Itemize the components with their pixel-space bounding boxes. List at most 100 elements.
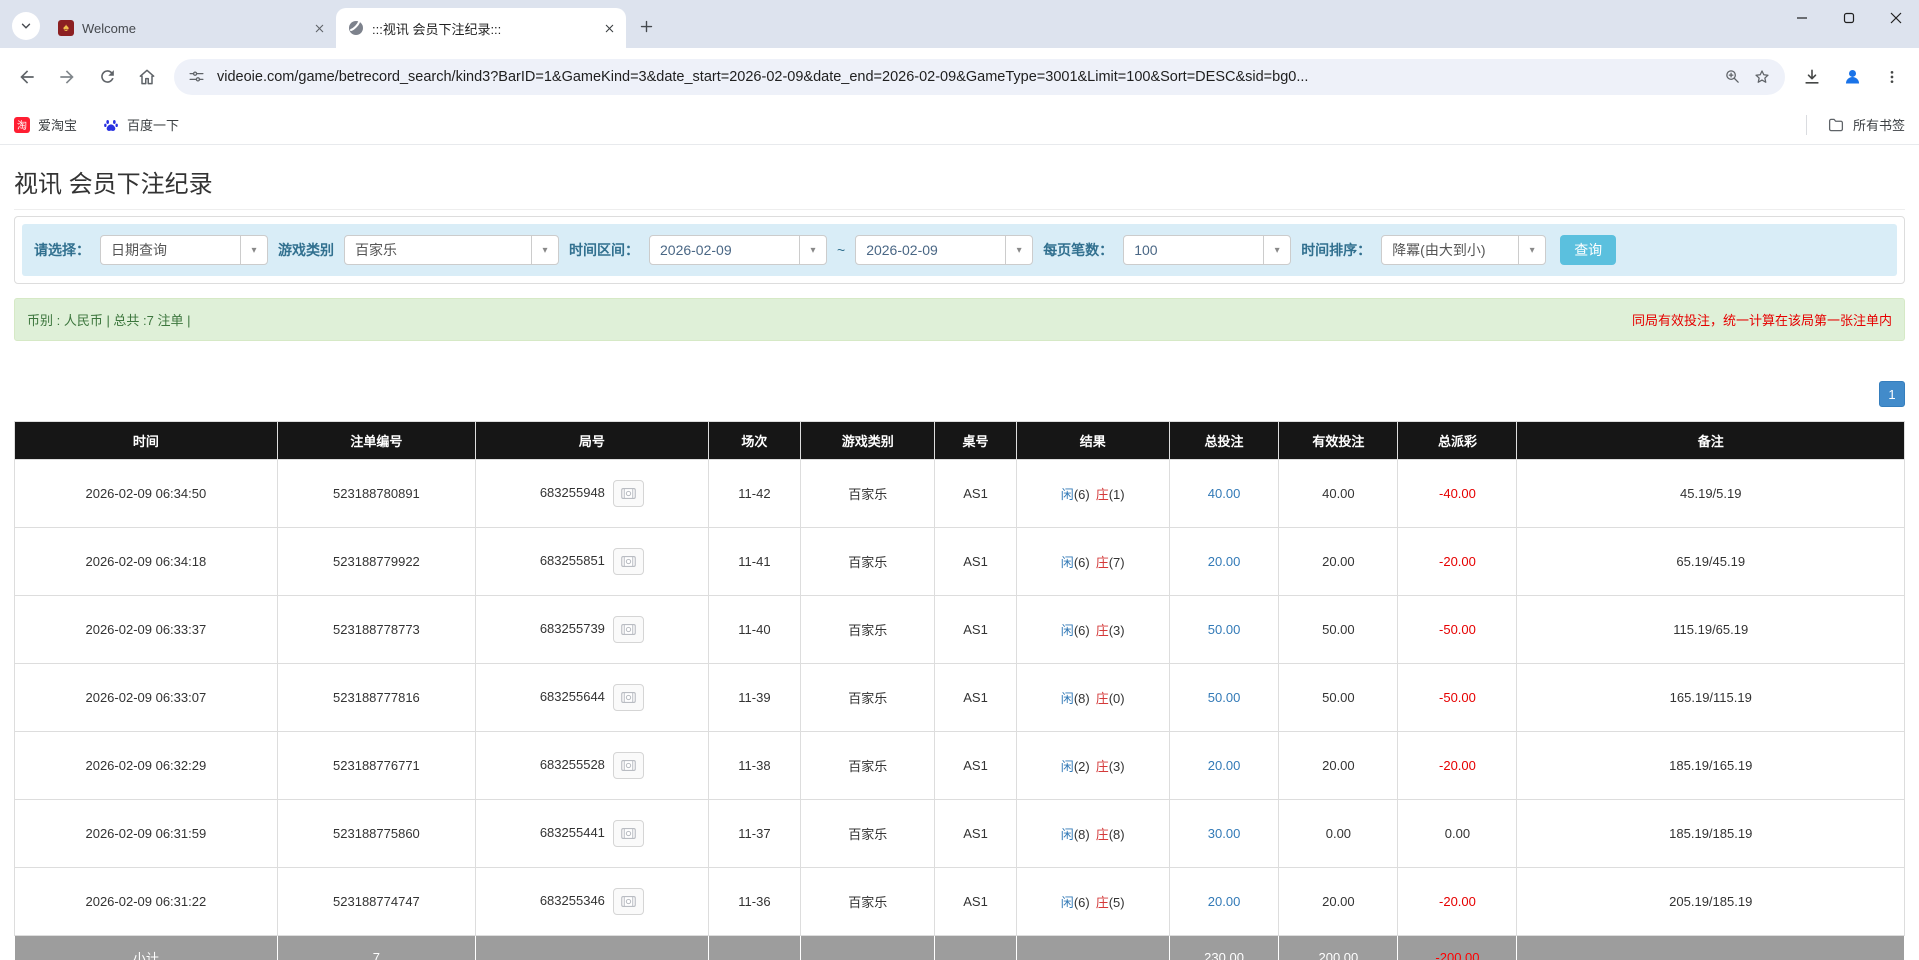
cell-session: 11-42 [707,459,802,528]
video-replay-button[interactable] [612,888,644,915]
tab-search-button[interactable] [12,12,40,40]
cell-bet-number: 523188780891 [276,459,477,528]
cell-bet-number: 523188774747 [276,867,477,936]
close-window-button[interactable] [1872,0,1919,36]
query-type-value: 日期查询 [111,242,167,258]
column-header: 局号 [475,421,709,460]
table-row: 2026-02-09 06:33:07 523188777816 6832556… [14,663,1905,732]
home-button[interactable] [128,58,166,96]
cell-table-number: AS1 [934,799,1017,868]
cell-valid-bet: 50.00 [1278,663,1399,732]
sort-select[interactable]: 降冪(由大到小) [1381,235,1547,265]
minimize-button[interactable] [1778,0,1825,36]
query-type-select[interactable]: 日期查询 [100,235,268,265]
caret-down-icon [531,236,558,264]
video-replay-button[interactable] [612,684,644,711]
forward-button[interactable] [48,58,86,96]
cell-bet-number: 523188778773 [276,595,477,664]
video-replay-button[interactable] [612,820,644,847]
close-icon[interactable] [600,19,618,37]
bookmark-label: 百度一下 [127,118,180,133]
video-replay-button[interactable] [612,548,644,575]
downloads-button[interactable] [1793,58,1831,96]
video-replay-button[interactable] [612,480,644,507]
cell-session: 11-41 [707,527,802,596]
maximize-button[interactable] [1825,0,1872,36]
tab-welcome[interactable]: ♠ Welcome [46,8,336,48]
cell-total-bet[interactable]: 40.00 [1168,459,1280,528]
three-dots-icon [1884,69,1900,85]
cell-result: 闲(6) 庄(3) [1015,595,1170,664]
tab-bet-record[interactable]: :::视讯 会员下注纪录::: [336,8,626,48]
caret-down-icon [240,236,267,264]
cell-valid-bet: 50.00 [1278,595,1399,664]
search-button[interactable]: 查询 [1560,235,1617,265]
player-score: (6) [1073,555,1090,570]
profile-button[interactable] [1833,58,1871,96]
per-page-select[interactable]: 100 [1123,235,1292,265]
sort-label: 时间排序： [1301,242,1372,258]
date-start-value: 2026-02-09 [660,242,732,258]
video-replay-button[interactable] [612,616,644,643]
cell-total-bet[interactable]: 20.00 [1168,527,1280,596]
video-replay-button[interactable] [612,752,644,779]
game-kind-select[interactable]: 百家乐 [344,235,559,265]
close-icon[interactable] [310,19,328,37]
cell-total-bet[interactable]: 30.00 [1168,799,1280,868]
bookmark-taobao[interactable]: 淘 爱淘宝 [14,115,77,134]
empty-cell [475,935,709,960]
cell-payout: -20.00 [1397,867,1518,936]
game-kind-label: 游戏类别 [278,242,334,258]
cell-session: 11-39 [707,663,802,732]
table-row: 2026-02-09 06:33:37 523188778773 6832557… [14,595,1905,664]
filter-bar: 请选择： 日期查询 游戏类别 百家乐 时间区间： 2026-02-09 ~ 20… [22,224,1897,276]
caret-down-icon [1263,236,1290,264]
cell-table-number: AS1 [934,867,1017,936]
cell-time: 2026-02-09 06:34:18 [14,527,278,596]
chevron-down-icon [19,19,33,33]
table-header-row: 时间 注单编号 局号 场次 游戏类别 桌号 结果 总投注 有效投注 总派彩 备注 [14,421,1905,460]
cell-game-kind: 百家乐 [800,527,936,596]
cell-table-number: AS1 [934,731,1017,800]
cell-session: 11-37 [707,799,802,868]
bet-record-table: 时间 注单编号 局号 场次 游戏类别 桌号 结果 总投注 有效投注 总派彩 备注 2026-02-0… [14,421,1905,960]
cell-note: 65.19/45.19 [1516,527,1905,596]
summary-total-bet: 230.00 [1168,935,1280,960]
bookmark-star-icon[interactable] [1753,68,1771,86]
player-score: (2) [1073,759,1090,774]
browser-tab-strip: ♠ Welcome :::视讯 会员下注纪录::: [0,0,1919,48]
player-result: 闲 [1060,487,1074,502]
cell-total-bet[interactable]: 20.00 [1168,867,1280,936]
cell-total-bet[interactable]: 20.00 [1168,731,1280,800]
cell-round-number: 683255739 [475,595,709,664]
address-bar[interactable]: videoie.com/game/betrecord_search/kind3?… [174,58,1785,95]
menu-button[interactable] [1873,58,1911,96]
reload-button[interactable] [88,58,126,96]
bookmark-baidu[interactable]: 百度一下 [103,115,179,134]
cell-total-bet[interactable]: 50.00 [1168,595,1280,664]
cell-session: 11-40 [707,595,802,664]
all-bookmarks-button[interactable]: 所有书签 [1805,114,1905,135]
table-row: 2026-02-09 06:31:22 523188774747 6832553… [14,867,1905,936]
zoom-magnifier-icon[interactable] [1724,68,1741,85]
cell-result: 闲(6) 庄(1) [1015,459,1170,528]
cell-note: 185.19/165.19 [1516,731,1905,800]
site-settings-tune-icon[interactable] [188,68,205,85]
date-end-input[interactable]: 2026-02-09 [855,235,1034,265]
cell-valid-bet: 20.00 [1278,527,1399,596]
sort-value: 降冪(由大到小) [1392,242,1486,258]
maximize-icon [1843,12,1855,24]
cell-total-bet[interactable]: 50.00 [1168,663,1280,732]
date-start-input[interactable]: 2026-02-09 [649,235,827,265]
url-text[interactable]: videoie.com/game/betrecord_search/kind3?… [217,69,1712,85]
page-1-button[interactable]: 1 [1879,381,1905,407]
cell-time: 2026-02-09 06:31:22 [14,867,278,936]
cell-note: 185.19/185.19 [1516,799,1905,868]
bookmarks-bar: 淘 爱淘宝 百度一下 所有书签 [0,105,1919,145]
back-button[interactable] [8,58,46,96]
close-icon [1890,12,1902,24]
cell-table-number: AS1 [934,595,1017,664]
taobao-icon: 淘 [14,116,30,133]
new-tab-button[interactable] [632,12,660,40]
cell-result: 闲(8) 庄(8) [1015,799,1170,868]
